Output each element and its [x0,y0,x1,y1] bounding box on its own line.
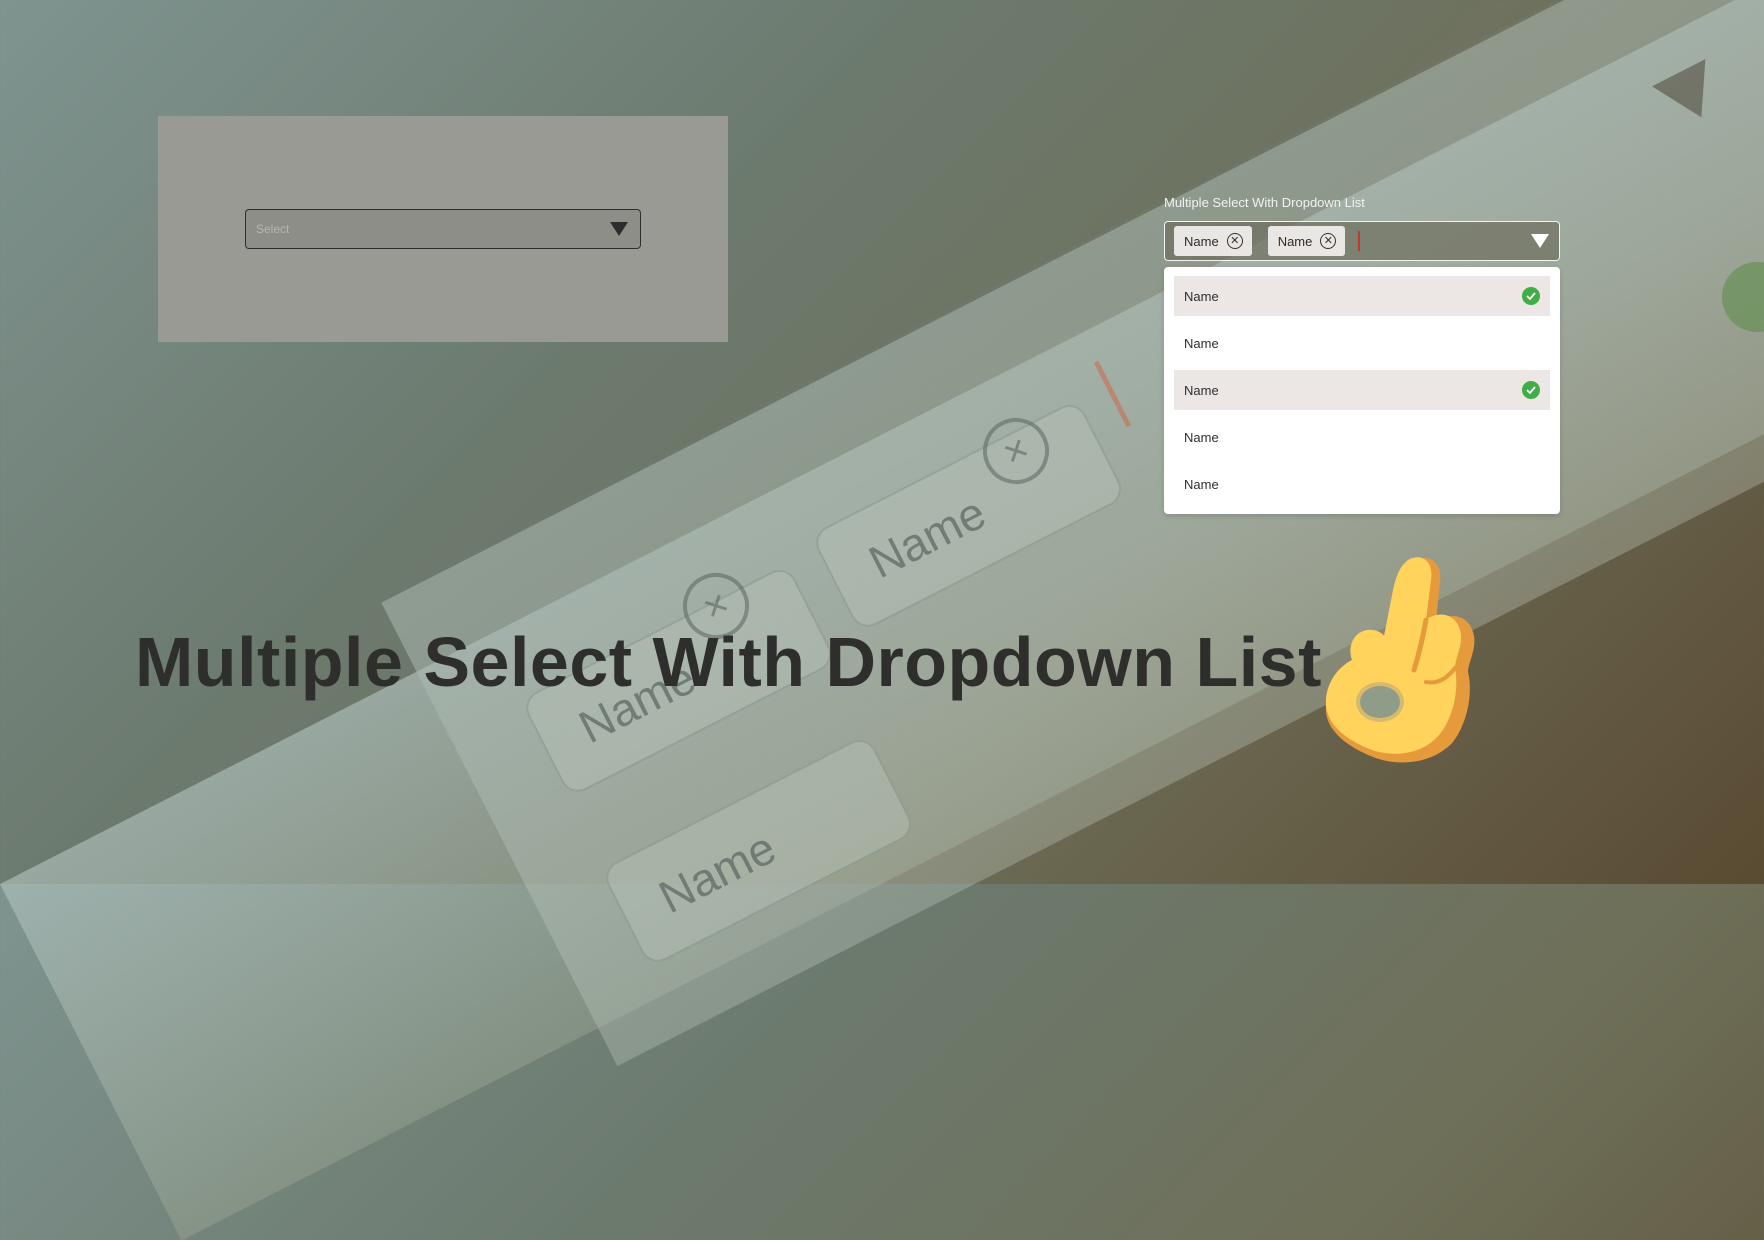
dropdown-option[interactable]: Name [1174,276,1550,316]
select-preview-card: Select [158,116,728,342]
select-placeholder: Select [256,222,290,236]
chip-label: Name [1184,233,1219,249]
dropdown-list: Name Name Name Name Name [1164,267,1560,514]
dropdown-option[interactable]: Name [1174,370,1550,410]
close-circle-icon[interactable]: ✕ [1226,233,1243,249]
option-label: Name [1184,288,1219,304]
chip-label: Name [1277,233,1313,249]
dropdown-option[interactable]: Name [1174,323,1550,363]
option-label: Name [1184,429,1219,445]
option-label: Name [1184,382,1219,398]
text-caret [1358,231,1361,251]
check-circle-icon [1522,381,1540,399]
dropdown-option[interactable]: Name [1174,417,1550,457]
selected-chip: Name ✕ [1267,226,1346,256]
chevron-down-icon[interactable] [1531,234,1549,248]
option-label: Name [1184,476,1219,492]
check-circle-icon [1522,287,1540,305]
single-select[interactable]: Select [245,209,641,249]
close-circle-icon[interactable]: ✕ [1320,233,1337,249]
dropdown-option[interactable]: Name [1174,464,1550,504]
background-chip-label: Name [650,821,784,924]
ok-hand-emoji [1325,557,1475,763]
page-headline: Multiple Select With Dropdown List [135,623,1322,701]
option-label: Name [1184,335,1219,351]
background-chip-label: Name [860,486,994,589]
multi-select-label: Multiple Select With Dropdown List [1164,195,1365,210]
multi-select-input[interactable]: Name ✕ Name ✕ [1164,221,1560,261]
chevron-down-icon[interactable] [610,222,628,236]
selected-chip: Name ✕ [1174,226,1252,256]
